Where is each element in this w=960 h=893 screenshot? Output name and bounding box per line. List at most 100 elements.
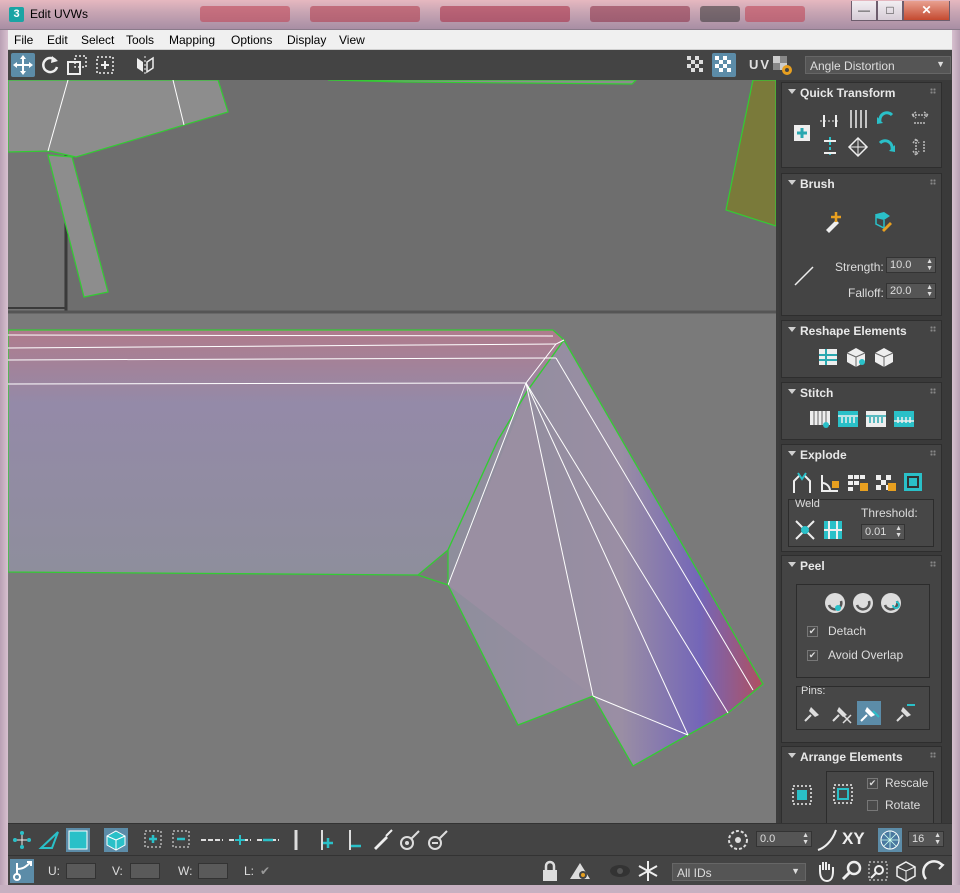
ring-grow-icon[interactable] [314,828,338,852]
break-icon[interactable] [790,471,814,495]
element-mode-icon[interactable] [104,828,128,852]
scale-icon[interactable] [65,53,89,77]
uv-editor-viewport[interactable] [8,80,776,823]
collapse-triangle-icon[interactable] [788,327,796,332]
align-vertical-icon[interactable] [818,135,842,159]
loop-select-icon[interactable] [200,828,224,852]
strength-spinner[interactable]: 10.0 ▲ ▼ [886,257,936,273]
uv-toggle[interactable]: UV [749,57,771,72]
menu-options[interactable]: Options [231,33,272,47]
rollout-title[interactable]: Arrange Elements [800,750,903,764]
menu-select[interactable]: Select [81,33,114,47]
space-vertical-icon[interactable] [846,107,870,131]
weld-target-icon[interactable] [793,518,817,542]
zoom-region-icon[interactable] [866,859,890,883]
rollout-title[interactable]: Peel [800,559,825,573]
pack-normalize-icon[interactable] [831,782,855,806]
freeze-icon[interactable] [636,859,660,883]
align-horizontal-icon[interactable] [818,107,842,131]
flatten-icon[interactable] [872,345,896,369]
panel-scrollbar[interactable] [943,80,952,823]
stitch-custom-icon[interactable] [808,407,832,431]
pin-icon[interactable] [801,701,825,725]
straighten-icon[interactable] [846,135,870,159]
rotate-checkbox[interactable] [867,800,878,811]
rollout-title[interactable]: Stitch [800,386,833,400]
menu-tools[interactable]: Tools [126,33,154,47]
reset-peel-icon[interactable] [879,591,903,615]
align-center-icon[interactable] [790,121,814,145]
display-mode-dropdown[interactable]: Angle Distortion ▼ [805,56,951,74]
rescale-checkbox[interactable]: ✔ [867,778,878,789]
paint-select-icon[interactable] [370,828,394,852]
rotate-cw-icon[interactable] [874,135,898,159]
vertex-mode-icon[interactable] [10,828,34,852]
relax-icon[interactable] [844,345,868,369]
snap-toggle-icon[interactable] [922,859,946,883]
loop-shrink-icon[interactable] [256,828,280,852]
pack-custom-icon[interactable] [790,783,814,807]
rotate-icon[interactable] [38,53,62,77]
spinner-arrows-icon[interactable]: ▲ ▼ [934,832,941,846]
mirror-icon[interactable] [133,53,157,77]
threshold-spinner[interactable]: 0.01 ▲ ▼ [861,524,905,540]
menu-display[interactable]: Display [287,33,326,47]
split-by-angle-icon[interactable] [818,471,842,495]
straighten-selection-icon[interactable] [816,345,840,369]
spinner-arrows-icon[interactable]: ▲ ▼ [926,258,933,272]
rollout-title[interactable]: Explode [800,448,847,462]
material-id-dropdown[interactable]: All IDs ▼ [672,863,806,881]
title-bar[interactable]: 3 Edit UVWs — □ ✕ [0,0,960,30]
ring-shrink-icon[interactable] [342,828,366,852]
absolute-offset-icon[interactable] [10,859,34,883]
split-by-smoothing-icon[interactable] [874,471,898,495]
minimize-button[interactable]: — [851,1,877,21]
shrink-selection-icon[interactable] [170,828,194,852]
grow-selection-icon[interactable] [142,828,166,852]
peel-mode-icon[interactable] [851,591,875,615]
grid-spinner[interactable]: 16 ▲ ▼ [908,831,944,847]
spinner-arrows-icon[interactable]: ▲ ▼ [926,284,933,298]
detach-checkbox[interactable]: ✔ [807,626,818,637]
stitch-target-icon[interactable] [892,407,916,431]
rollout-title[interactable]: Reshape Elements [800,324,907,338]
freeform-icon[interactable] [93,53,117,77]
loop-grow-icon[interactable] [228,828,252,852]
paint-relax-icon[interactable] [870,210,894,234]
menu-view[interactable]: View [339,33,365,47]
zoom-icon[interactable] [840,859,864,883]
spinner-arrows-icon[interactable]: ▲ ▼ [802,832,809,846]
rollout-title[interactable]: Brush [800,177,835,191]
avoid-overlap-checkbox[interactable]: ✔ [807,650,818,661]
rotation-snap-icon[interactable] [726,828,750,852]
collapse-triangle-icon[interactable] [788,451,796,456]
maximize-button[interactable]: □ [877,1,903,21]
split-by-polygroup-icon[interactable] [846,471,870,495]
menu-mapping[interactable]: Mapping [169,33,215,47]
lock-icon[interactable] [538,859,562,883]
lock-check[interactable]: ✔ [260,864,270,878]
weld-selected-icon[interactable] [821,518,845,542]
visibility-eye-icon[interactable] [608,859,632,883]
collapse-triangle-icon[interactable] [788,89,796,94]
checker-pattern-icon[interactable] [684,53,708,77]
paint-shrink-icon[interactable] [426,828,450,852]
close-button[interactable]: ✕ [903,1,950,21]
falloff-spinner[interactable]: 20.0 ▲ ▼ [886,283,936,299]
zoom-extents-icon[interactable] [894,859,918,883]
rollout-title[interactable]: Quick Transform [800,86,895,100]
collapse-triangle-icon[interactable] [788,389,796,394]
auto-pin-icon[interactable] [857,701,881,725]
checker-active-icon[interactable] [712,53,736,77]
stitch-source-icon[interactable] [836,407,860,431]
select-pins-icon[interactable] [893,701,917,725]
v-input[interactable] [130,863,160,879]
flip-vertical-icon[interactable] [908,135,932,159]
xy-axis-toggle[interactable]: XY [842,829,865,849]
paint-move-icon[interactable] [822,210,846,234]
rotate-ccw-icon[interactable] [874,107,898,131]
grid-snap-icon[interactable] [878,828,902,852]
move-icon[interactable] [11,53,35,77]
collapse-triangle-icon[interactable] [788,753,796,758]
split-by-material-icon[interactable] [902,471,926,495]
